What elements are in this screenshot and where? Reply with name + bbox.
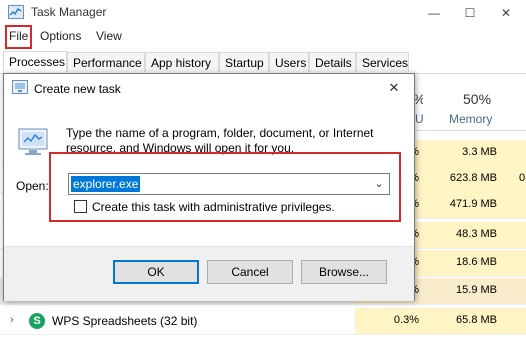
dialog-title: Create new task <box>34 82 121 96</box>
tab-performance[interactable]: Performance <box>67 52 145 72</box>
tab-startup[interactable]: Startup <box>219 52 269 72</box>
memory-value: 471.9 MB <box>449 198 497 210</box>
tab-services[interactable]: Services <box>356 52 409 72</box>
tab-processes[interactable]: Processes <box>3 51 67 73</box>
tab-app-history[interactable]: App history <box>145 52 219 72</box>
window-title: Task Manager <box>31 5 107 19</box>
expand-chevron-icon[interactable]: › <box>10 314 14 326</box>
dialog-titlebar: Create new task ✕ <box>4 74 414 102</box>
open-label: Open: <box>16 179 49 193</box>
process-name: WPS Spreadsheets (32 bit) <box>52 314 198 328</box>
minimize-button[interactable]: — <box>418 0 450 26</box>
tab-details[interactable]: Details <box>309 52 356 72</box>
input-highlight-box <box>49 152 401 222</box>
memory-value: 65.8 MB <box>456 314 497 326</box>
memory-value: 18.6 MB <box>456 256 497 268</box>
file-menu-highlight <box>5 25 32 49</box>
memory-percent: 50% <box>463 91 492 107</box>
create-new-task-dialog: Create new task ✕ Type the name of a pro… <box>3 73 415 301</box>
menu-view[interactable]: View <box>96 29 122 43</box>
close-button[interactable]: ✕ <box>490 0 522 26</box>
memory-value: 15.9 MB <box>456 284 497 296</box>
run-icon <box>12 80 28 94</box>
wps-spreadsheets-icon: S <box>29 313 45 329</box>
memory-column-header[interactable]: 50% Memory <box>423 75 503 131</box>
cancel-button[interactable]: Cancel <box>207 260 293 284</box>
tab-users[interactable]: Users <box>269 52 309 72</box>
task-manager-titlebar: Task Manager — ☐ ✕ <box>0 0 526 26</box>
table-row[interactable]: › S WPS Spreadsheets (32 bit) 0.3% 65.8 … <box>0 308 526 335</box>
dialog-close-button[interactable]: ✕ <box>382 78 406 98</box>
memory-value: 48.3 MB <box>456 228 497 240</box>
cpu-value: 0.3% <box>393 314 419 326</box>
extra-value: 0 <box>519 172 526 184</box>
browse-button[interactable]: Browse... <box>301 260 387 284</box>
task-manager-app-icon <box>8 5 24 19</box>
menu-options[interactable]: Options <box>40 29 81 43</box>
program-icon <box>18 128 50 156</box>
memory-value: 623.8 MB <box>449 172 497 184</box>
extra-column-header[interactable] <box>503 75 526 131</box>
ok-button[interactable]: OK <box>113 260 199 284</box>
maximize-button[interactable]: ☐ <box>454 0 486 26</box>
memory-label: Memory <box>449 112 493 126</box>
memory-value: 3.3 MB <box>462 146 497 158</box>
